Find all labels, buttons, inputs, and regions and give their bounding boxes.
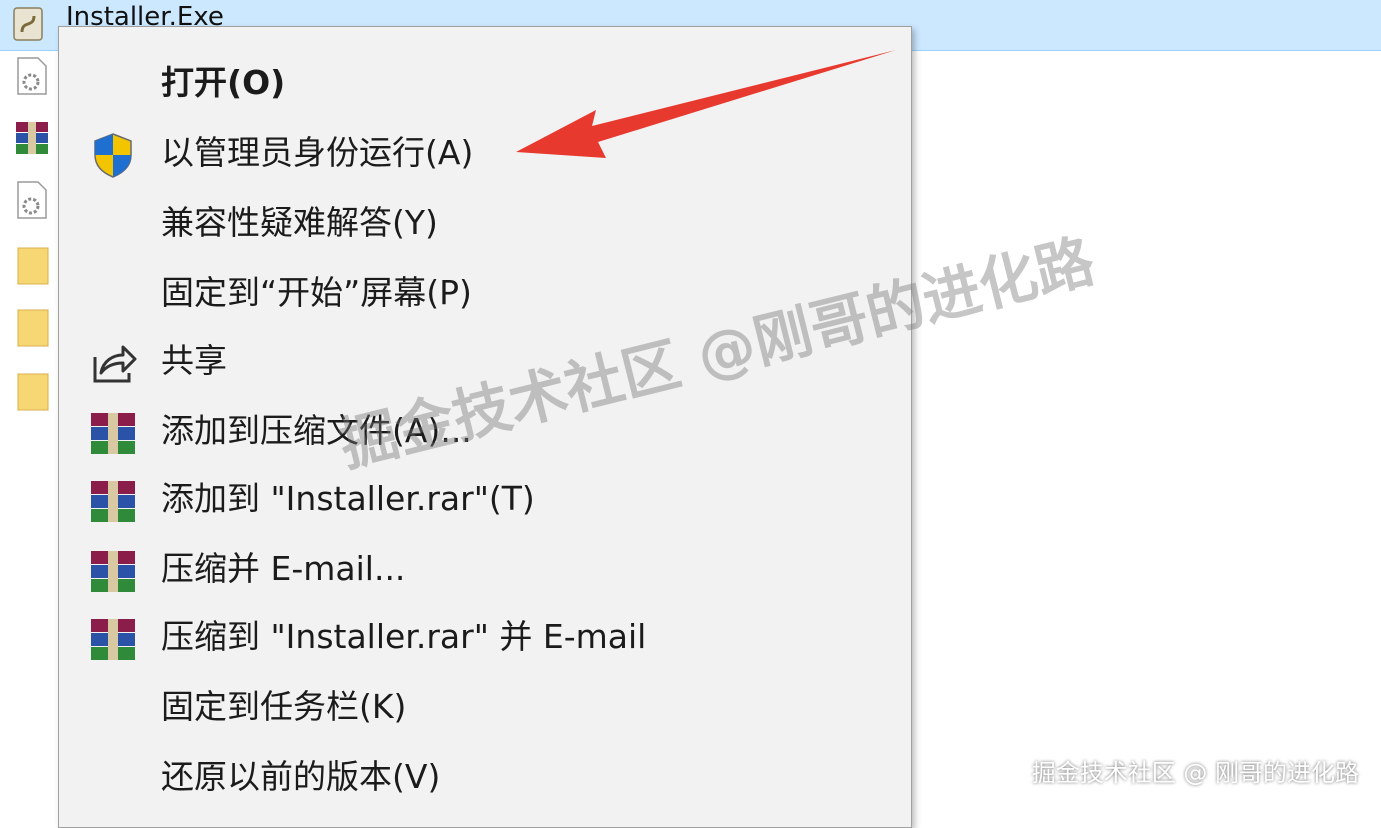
config-file-icon[interactable] (14, 56, 50, 96)
winrar-icon (91, 481, 135, 522)
menu-item-label: 固定到任务栏(K) (161, 687, 407, 726)
winrar-icon (91, 551, 135, 592)
menu-item-label: 压缩到 "Installer.rar" 并 E-mail (161, 617, 647, 656)
menu-item-label: 共享 (161, 341, 227, 380)
menu-item-compress-and-email[interactable]: 压缩并 E-mail... (59, 535, 911, 597)
menu-item-add-to-installer-rar[interactable]: 添加到 "Installer.rar"(T) (59, 465, 911, 527)
share-icon (93, 345, 137, 383)
installer-exe-icon[interactable] (12, 4, 46, 44)
menu-item-label: 打开(O) (161, 63, 286, 102)
menu-item-label: 还原以前的版本(V) (161, 757, 441, 796)
winrar-icon (91, 413, 135, 454)
menu-item-restore-previous-versions[interactable]: 还原以前的版本(V) (59, 743, 911, 805)
menu-item-pin-to-taskbar[interactable]: 固定到任务栏(K) (59, 673, 911, 735)
menu-item-compress-to-rar-and-email[interactable]: 压缩到 "Installer.rar" 并 E-mail (59, 603, 911, 665)
menu-item-label: 兼容性疑难解答(Y) (161, 203, 438, 242)
corner-watermark: 掘金技术社区 @ 刚哥的进化路 (1031, 759, 1359, 787)
menu-item-label: 固定到“开始”屏幕(P) (161, 273, 472, 312)
menu-item-compat-troubleshoot[interactable]: 兼容性疑难解答(Y) (59, 189, 911, 251)
folder-icon[interactable] (14, 308, 50, 348)
folder-icon[interactable] (14, 372, 50, 412)
winrar-archive-icon[interactable] (14, 118, 50, 158)
winrar-icon (91, 619, 135, 660)
menu-item-label: 以管理员身份运行(A) (161, 133, 474, 172)
red-arrow-annotation (516, 50, 896, 158)
config-file-icon[interactable] (14, 180, 50, 220)
menu-item-label: 压缩并 E-mail... (161, 549, 406, 588)
uac-shield-icon (94, 133, 132, 178)
menu-item-label: 添加到 "Installer.rar"(T) (161, 479, 535, 518)
folder-icon[interactable] (14, 246, 50, 286)
